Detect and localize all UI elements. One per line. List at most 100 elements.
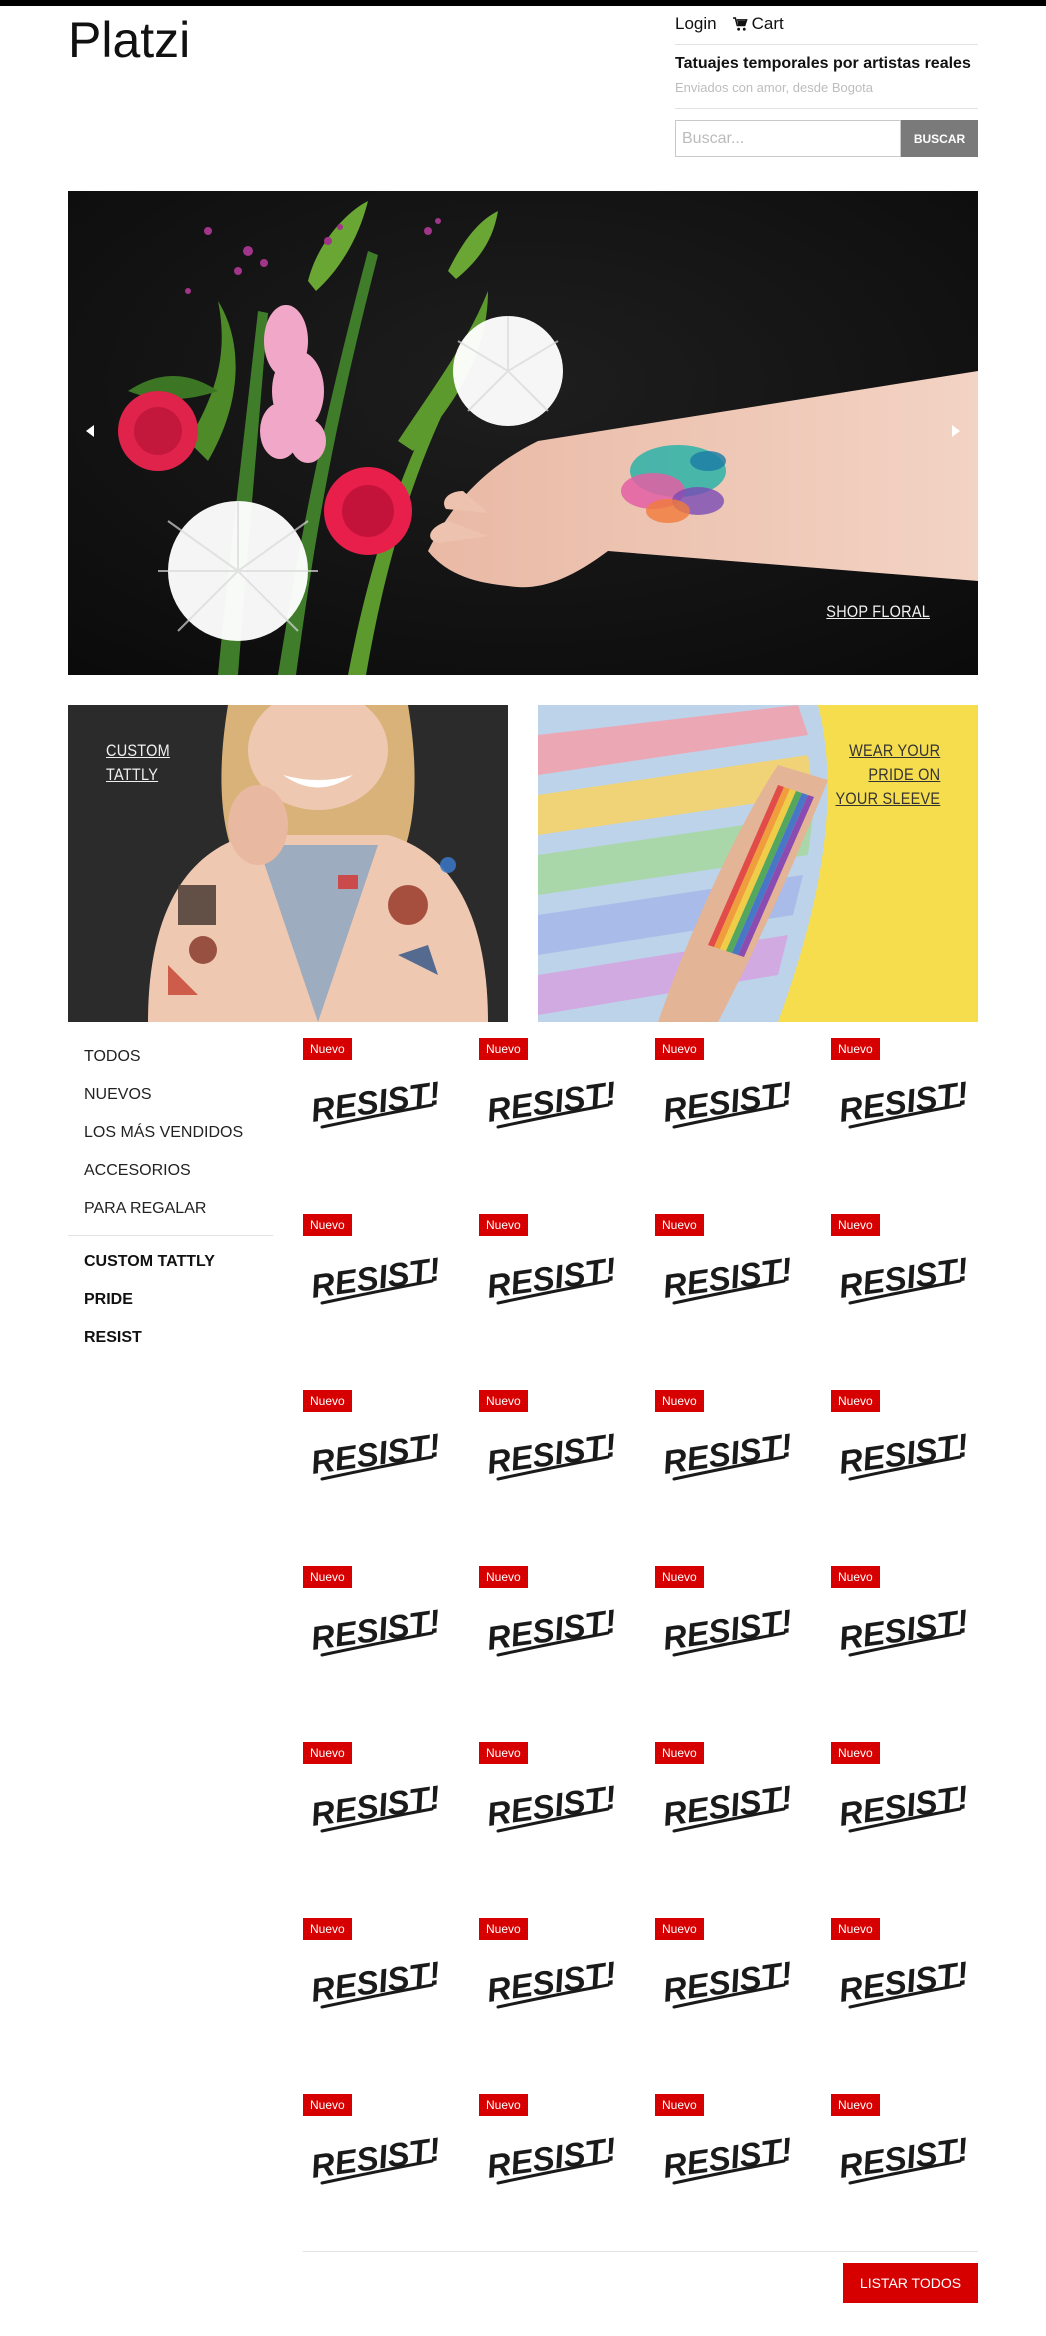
product-card[interactable]: Nuevo RESIST!: [655, 2091, 801, 2237]
resist-product-image: RESIST!: [836, 2131, 970, 2185]
store-subtagline: Enviados con amor, desde Bogota: [675, 80, 874, 95]
promo-pride-line-1: WEAR YOUR: [848, 741, 940, 760]
product-card[interactable]: Nuevo RESIST!: [831, 2091, 977, 2237]
list-all-button[interactable]: LISTAR TODOS: [843, 2263, 978, 2303]
product-image-text: RESIST!: [836, 1251, 970, 1305]
product-image-text: RESIST!: [836, 2131, 970, 2185]
slider-next-arrow[interactable]: [944, 419, 968, 443]
resist-product-image: RESIST!: [308, 1779, 442, 1833]
resist-product-image: RESIST!: [836, 1603, 970, 1657]
category-todos[interactable]: TODOS: [68, 1038, 273, 1076]
product-image-text: RESIST!: [836, 1779, 970, 1833]
product-card[interactable]: Nuevo RESIST!: [655, 1739, 801, 1885]
cart-link[interactable]: Cart: [732, 14, 784, 34]
product-card[interactable]: Nuevo RESIST!: [831, 1387, 977, 1533]
new-badge: Nuevo: [655, 1214, 704, 1236]
product-card[interactable]: Nuevo RESIST!: [303, 2091, 449, 2237]
slider-prev-arrow[interactable]: [78, 419, 102, 443]
product-image-text: RESIST!: [836, 1603, 970, 1657]
product-card[interactable]: Nuevo RESIST!: [303, 1387, 449, 1533]
resist-product-image: RESIST!: [484, 1251, 618, 1305]
new-badge: Nuevo: [655, 1038, 704, 1060]
product-card[interactable]: Nuevo RESIST!: [479, 2091, 625, 2237]
collection-custom-tattly[interactable]: CUSTOM TATTLY: [68, 1243, 273, 1281]
site-logo[interactable]: Platzi: [68, 12, 190, 68]
arrow-left-icon: [86, 425, 94, 437]
category-para-regalar[interactable]: PARA REGALAR: [68, 1190, 273, 1228]
resist-product-image: RESIST!: [660, 1779, 794, 1833]
collection-pride[interactable]: PRIDE: [68, 1281, 273, 1319]
product-card[interactable]: Nuevo RESIST!: [831, 1211, 977, 1357]
product-image-text: RESIST!: [660, 2131, 794, 2185]
search-input[interactable]: [675, 120, 901, 157]
hero-slider[interactable]: SHOP FLORAL: [68, 191, 978, 675]
resist-product-image: RESIST!: [308, 2131, 442, 2185]
promo-custom-tattly[interactable]: CUSTOM TATTLY: [68, 705, 508, 1022]
product-card[interactable]: Nuevo RESIST!: [303, 1211, 449, 1357]
resist-product-image: RESIST!: [484, 2131, 618, 2185]
category-accesorios[interactable]: ACCESORIOS: [68, 1152, 273, 1190]
hero-shop-link[interactable]: SHOP FLORAL: [826, 602, 930, 622]
product-card[interactable]: Nuevo RESIST!: [479, 1387, 625, 1533]
product-image-text: RESIST!: [660, 1251, 794, 1305]
new-badge: Nuevo: [655, 2094, 704, 2116]
new-badge: Nuevo: [831, 2094, 880, 2116]
product-card[interactable]: Nuevo RESIST!: [655, 1387, 801, 1533]
product-card[interactable]: Nuevo RESIST!: [655, 1035, 801, 1181]
product-card[interactable]: Nuevo RESIST!: [655, 1563, 801, 1709]
resist-product-image: RESIST!: [308, 1075, 442, 1129]
product-card[interactable]: Nuevo RESIST!: [831, 1035, 977, 1181]
product-card[interactable]: Nuevo RESIST!: [303, 1739, 449, 1885]
product-grid: Nuevo RESIST! Nuevo RESIST! Nuevo RESIST! Nuev…: [303, 1035, 978, 2237]
product-card[interactable]: Nuevo RESIST!: [479, 1739, 625, 1885]
promo-custom-line-2: TATTLY: [106, 765, 159, 784]
resist-product-image: RESIST!: [660, 1955, 794, 2009]
promo-pride-label: WEAR YOUR PRIDE ON YOUR SLEEVE: [835, 739, 940, 811]
product-image-text: RESIST!: [660, 1955, 794, 2009]
promo-custom-line-1: CUSTOM: [106, 741, 170, 760]
new-badge: Nuevo: [831, 1566, 880, 1588]
resist-product-image: RESIST!: [484, 1427, 618, 1481]
category-mas-vendidos[interactable]: LOS MÁS VENDIDOS: [68, 1114, 273, 1152]
product-card[interactable]: Nuevo RESIST!: [479, 1211, 625, 1357]
new-badge: Nuevo: [831, 1390, 880, 1412]
product-card[interactable]: Nuevo RESIST!: [479, 1035, 625, 1181]
product-card[interactable]: Nuevo RESIST!: [303, 1035, 449, 1181]
promo-pride[interactable]: WEAR YOUR PRIDE ON YOUR SLEEVE: [538, 705, 978, 1022]
resist-product-image: RESIST!: [836, 1955, 970, 2009]
new-badge: Nuevo: [479, 1566, 528, 1588]
product-image-text: RESIST!: [660, 1779, 794, 1833]
product-image-text: RESIST!: [308, 1427, 442, 1481]
collection-resist[interactable]: RESIST: [68, 1319, 273, 1357]
product-card[interactable]: Nuevo RESIST!: [655, 1211, 801, 1357]
new-badge: Nuevo: [655, 1390, 704, 1412]
product-card[interactable]: Nuevo RESIST!: [479, 1563, 625, 1709]
new-badge: Nuevo: [303, 1214, 352, 1236]
new-badge: Nuevo: [479, 1742, 528, 1764]
new-badge: Nuevo: [831, 1742, 880, 1764]
product-card[interactable]: Nuevo RESIST!: [831, 1739, 977, 1885]
product-card[interactable]: Nuevo RESIST!: [655, 1915, 801, 2061]
product-card[interactable]: Nuevo RESIST!: [479, 1915, 625, 2061]
login-label: Login: [675, 14, 717, 33]
new-badge: Nuevo: [831, 1038, 880, 1060]
product-image-text: RESIST!: [484, 1075, 618, 1129]
product-card[interactable]: Nuevo RESIST!: [303, 1563, 449, 1709]
product-image-text: RESIST!: [836, 1955, 970, 2009]
product-image-text: RESIST!: [308, 1251, 442, 1305]
product-card[interactable]: Nuevo RESIST!: [831, 1563, 977, 1709]
resist-product-image: RESIST!: [484, 1075, 618, 1129]
promo-pride-line-3: YOUR SLEEVE: [835, 789, 940, 808]
resist-product-image: RESIST!: [308, 1427, 442, 1481]
product-card[interactable]: Nuevo RESIST!: [831, 1915, 977, 2061]
collection-list: CUSTOM TATTLY PRIDE RESIST: [68, 1243, 273, 1357]
sidebar: TODOS NUEVOS LOS MÁS VENDIDOS ACCESORIOS…: [68, 1038, 273, 1357]
search-button[interactable]: BUSCAR: [901, 120, 978, 157]
login-link[interactable]: Login: [675, 14, 717, 34]
product-image-text: RESIST!: [308, 2131, 442, 2185]
product-card[interactable]: Nuevo RESIST!: [303, 1915, 449, 2061]
product-grid-divider: [303, 2251, 978, 2252]
resist-product-image: RESIST!: [660, 1251, 794, 1305]
top-bar: [0, 0, 1046, 6]
category-nuevos[interactable]: NUEVOS: [68, 1076, 273, 1114]
